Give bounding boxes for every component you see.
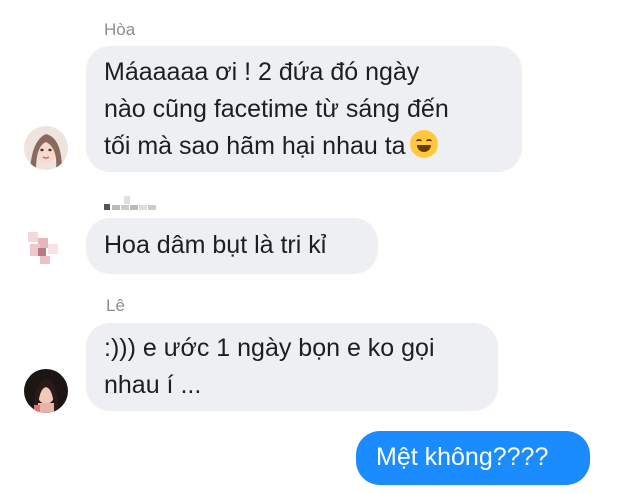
message-line: :))) e ước 1 ngày bọn e ko gọi (104, 334, 435, 362)
message-bubble[interactable]: Hoa dâm bụt là tri kỉ (86, 218, 378, 274)
avatar-blurred[interactable] (24, 226, 68, 270)
message-bubble[interactable]: :))) e ước 1 ngày bọn e ko gọi nhau í ..… (86, 323, 498, 411)
message-bubble[interactable]: Máaaaaa ơi ! 2 đứa đó ngày nào cũng face… (86, 46, 522, 172)
message-line: Hoa dâm bụt là tri kỉ (104, 231, 327, 259)
message-line: Máaaaaa ơi ! 2 đứa đó ngày (104, 58, 420, 86)
avatar[interactable] (24, 369, 68, 413)
sender-name: Lê (106, 296, 125, 315)
message-line-with-emoji: tối mà sao hãm hại nhau ta (104, 128, 504, 165)
sender-name-blurred (104, 196, 164, 212)
outgoing-message-bubble[interactable]: Mệt không???? (356, 431, 590, 485)
rofl-emoji-icon (409, 130, 438, 158)
message-line: nhau í ... (104, 371, 202, 399)
message-line: Mệt không???? (376, 443, 549, 471)
message-line: nào cũng facetime từ sáng đến (104, 95, 449, 123)
sender-name: Hòa (104, 20, 136, 39)
avatar[interactable] (24, 126, 68, 170)
